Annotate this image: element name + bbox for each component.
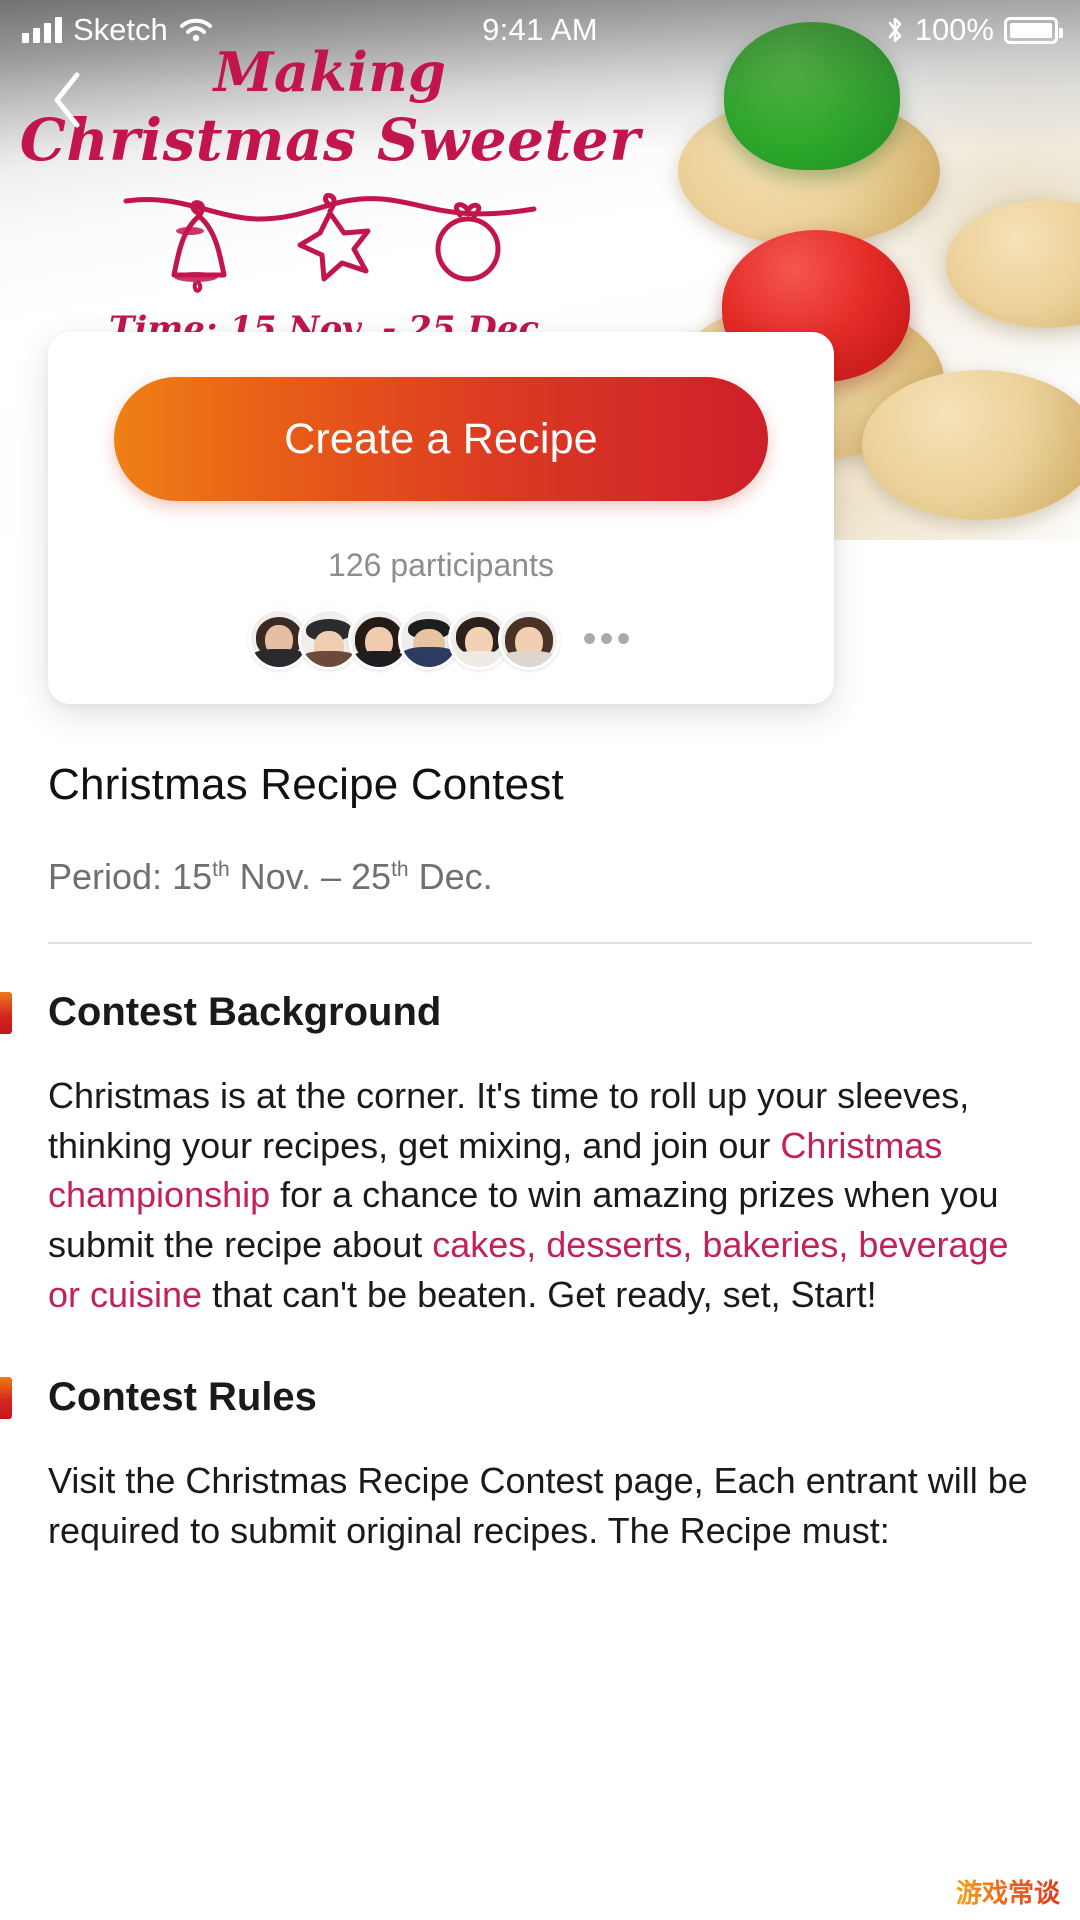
status-bar-right: 100% (598, 12, 1063, 48)
avatar[interactable] (498, 608, 561, 670)
accent-bar (0, 1376, 12, 1419)
accent-bar (0, 991, 12, 1034)
body-text: that can't be beaten. Get ready, set, St… (202, 1273, 877, 1315)
section-contest-rules: Contest Rules Visit the Christmas Recipe… (0, 1375, 1032, 1555)
page-title: Christmas Recipe Contest (48, 760, 564, 809)
section-title: Contest Background (48, 990, 442, 1034)
period-month-1: Nov. – (229, 856, 352, 897)
section-body: Christmas is at the corner. It's time to… (48, 1071, 1032, 1319)
action-card: Create a Recipe 126 participants ••• (48, 332, 834, 704)
period-day-2: 25 (351, 856, 392, 897)
divider (48, 942, 1032, 944)
signal-bars-icon (22, 17, 62, 43)
section-header: Contest Background (0, 990, 1032, 1035)
period-sup-2: th (391, 858, 409, 881)
battery-percent-label: 100% (914, 12, 994, 47)
back-chevron-glyph (54, 72, 80, 128)
status-bar-time: 9:41 AM (482, 12, 598, 47)
christmas-garland-icon (123, 193, 537, 294)
body-text: Visit the Christmas Recipe Contest page,… (48, 1460, 1028, 1552)
section-contest-background: Contest Background Christmas is at the c… (0, 990, 1032, 1319)
section-title: Contest Rules (48, 1375, 317, 1420)
back-chevron-icon[interactable] (36, 68, 100, 132)
period-sup-1: th (212, 858, 230, 881)
contest-period: Period: 15th Nov. – 25th Dec. (48, 856, 1032, 898)
more-participants-button[interactable]: ••• (582, 619, 633, 659)
period-month-2: Dec. (408, 856, 493, 897)
carrier-label: Sketch (73, 12, 168, 47)
article-body: Christmas Recipe Contest Period: 15th No… (0, 760, 1080, 1556)
participant-avatars[interactable]: ••• (248, 608, 633, 670)
status-bar: Sketch 9:41 AM 100% (0, 0, 1080, 60)
wifi-icon (179, 18, 212, 42)
battery-icon (1004, 16, 1063, 44)
watermark: 游戏常谈 (956, 1873, 1060, 1910)
create-recipe-button[interactable]: Create a Recipe (114, 377, 768, 501)
bluetooth-icon (888, 17, 902, 43)
section-header: Contest Rules (0, 1375, 1032, 1420)
section-body: Visit the Christmas Recipe Contest page,… (48, 1456, 1032, 1555)
period-day-1: 15 (172, 856, 213, 897)
participants-count-label: 126 participants (328, 547, 554, 583)
status-bar-left: Sketch (22, 12, 482, 48)
period-prefix: Period: (48, 856, 173, 897)
